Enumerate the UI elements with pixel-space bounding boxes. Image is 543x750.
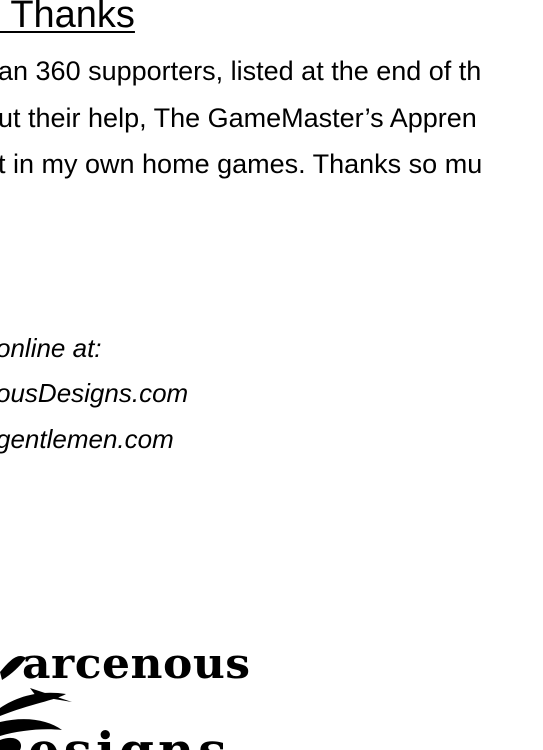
online-label: online at:: [0, 333, 102, 363]
logo-text-bottom: esigns: [28, 726, 230, 750]
paragraph-line: an 360 supporters, listed at the end of …: [0, 56, 482, 86]
document-page: l Thanks an 360 supporters, listed at th…: [0, 0, 543, 750]
paragraph-line: ut their help, The GameMaster’s Appren: [0, 103, 477, 133]
paragraph-line: t in my own home games. Thanks so mu: [0, 149, 483, 179]
company-logo: arcenous esigns: [0, 630, 300, 750]
section-heading: l Thanks: [0, 0, 135, 36]
website-link[interactable]: ousDesigns.com: [0, 377, 188, 409]
website-link[interactable]: gentlemen.com: [0, 423, 174, 455]
logo-text-top: arcenous: [22, 640, 251, 689]
